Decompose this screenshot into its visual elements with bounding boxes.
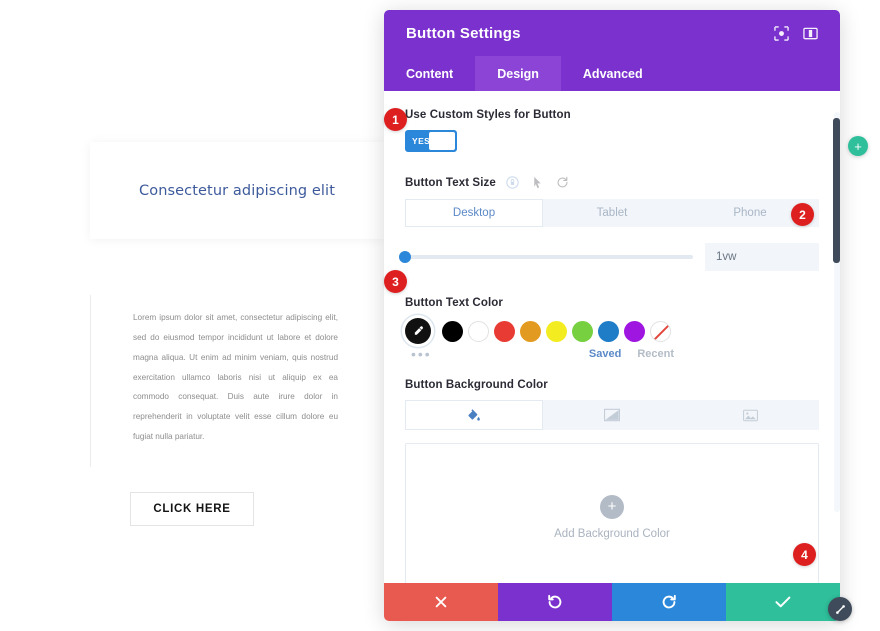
fullscreen-icon[interactable] <box>774 25 789 41</box>
button-text-size-header: Button Text Size <box>405 176 819 189</box>
step-badge-4: 4 <box>793 543 816 566</box>
x-icon <box>435 596 447 608</box>
palette-tabs: Saved Recent <box>589 348 819 360</box>
button-text-color-label: Button Text Color <box>405 297 503 309</box>
swatch-none[interactable] <box>650 320 671 342</box>
background-type-tabs <box>405 400 819 430</box>
button-text-size-label: Button Text Size <box>405 176 496 189</box>
device-tabs: Desktop Tablet Phone <box>405 199 819 227</box>
modal-title: Button Settings <box>406 24 521 42</box>
paint-bucket-icon[interactable] <box>405 400 543 430</box>
toggle-knob <box>429 132 455 150</box>
device-tab-desktop[interactable]: Desktop <box>405 199 543 227</box>
button-text-color-swatches <box>405 318 819 344</box>
swatch-red[interactable] <box>494 320 515 342</box>
undo-icon <box>548 594 562 609</box>
modal-header: Button Settings <box>384 10 840 56</box>
swatch-white[interactable] <box>468 320 489 342</box>
button-background-color-label: Button Background Color <box>405 379 548 391</box>
device-tab-tablet[interactable]: Tablet <box>543 199 681 227</box>
cursor-icon[interactable] <box>532 176 543 189</box>
hero-card: Consectetur adipiscing elit <box>90 142 384 239</box>
toggle-value-label: YES <box>412 136 431 146</box>
step-badge-1: 1 <box>384 108 407 131</box>
palette-tab-saved[interactable]: Saved <box>589 348 621 360</box>
button-text-size-icons <box>506 176 569 189</box>
cancel-button[interactable] <box>384 583 498 621</box>
button-text-size-slider[interactable] <box>399 251 693 263</box>
button-text-size-slider-row: 1vw <box>399 243 819 271</box>
plus-icon: + <box>600 494 624 519</box>
add-module-button[interactable]: + <box>848 136 868 156</box>
check-icon <box>775 596 791 608</box>
resize-handle-icon[interactable] <box>828 597 852 621</box>
layout-columns-icon[interactable] <box>803 26 818 41</box>
swatch-purple[interactable] <box>624 320 645 342</box>
modal-body: Use Custom Styles for Button YES Button … <box>384 91 840 583</box>
add-background-color-dropzone[interactable]: + Add Background Color <box>405 443 819 583</box>
button-settings-modal: Button Settings Content Design Advanced … <box>384 10 840 621</box>
image-icon[interactable] <box>681 400 819 430</box>
lock-icon[interactable] <box>506 176 519 189</box>
undo-button[interactable] <box>498 583 612 621</box>
use-custom-styles-label: Use Custom Styles for Button <box>405 109 571 121</box>
hero-heading: Consectetur adipiscing elit <box>139 182 335 199</box>
tab-content[interactable]: Content <box>384 56 475 91</box>
save-button[interactable] <box>726 583 840 621</box>
page-preview: Consectetur adipiscing elit Lorem ipsum … <box>0 0 384 631</box>
add-background-color-label: Add Background Color <box>554 527 670 540</box>
tab-advanced[interactable]: Advanced <box>561 56 665 91</box>
body-paragraph: Lorem ipsum dolor sit amet, consectetur … <box>133 313 338 442</box>
button-text-size-value[interactable]: 1vw <box>705 243 819 271</box>
modal-tabs: Content Design Advanced <box>384 56 840 91</box>
more-colors-icon[interactable]: ••• <box>405 347 432 361</box>
swatch-yellow[interactable] <box>546 320 567 342</box>
swatch-orange[interactable] <box>520 320 541 342</box>
step-badge-2: 2 <box>791 203 814 226</box>
cta-wrapper: CLICK HERE <box>0 492 384 526</box>
tab-design[interactable]: Design <box>475 56 561 91</box>
swatch-meta-row: ••• Saved Recent <box>405 347 819 361</box>
swatch-selected-eyedropper[interactable] <box>405 318 431 344</box>
screen-root: Consectetur adipiscing elit Lorem ipsum … <box>0 0 880 631</box>
swatch-green[interactable] <box>572 320 593 342</box>
redo-button[interactable] <box>612 583 726 621</box>
scrollbar-thumb[interactable] <box>833 118 840 263</box>
use-custom-styles-toggle[interactable]: YES <box>405 130 457 152</box>
reset-icon[interactable] <box>556 176 569 189</box>
modal-action-bar <box>384 583 840 621</box>
modal-header-icons <box>774 25 818 41</box>
step-badge-3: 3 <box>384 270 407 293</box>
text-module: Lorem ipsum dolor sit amet, consectetur … <box>90 295 384 467</box>
click-here-button[interactable]: CLICK HERE <box>130 492 254 526</box>
gradient-icon[interactable] <box>543 400 681 430</box>
slider-knob[interactable] <box>399 251 411 263</box>
redo-icon <box>662 594 676 609</box>
swatch-black[interactable] <box>442 320 463 342</box>
palette-tab-recent[interactable]: Recent <box>637 348 674 360</box>
swatch-blue[interactable] <box>598 320 619 342</box>
